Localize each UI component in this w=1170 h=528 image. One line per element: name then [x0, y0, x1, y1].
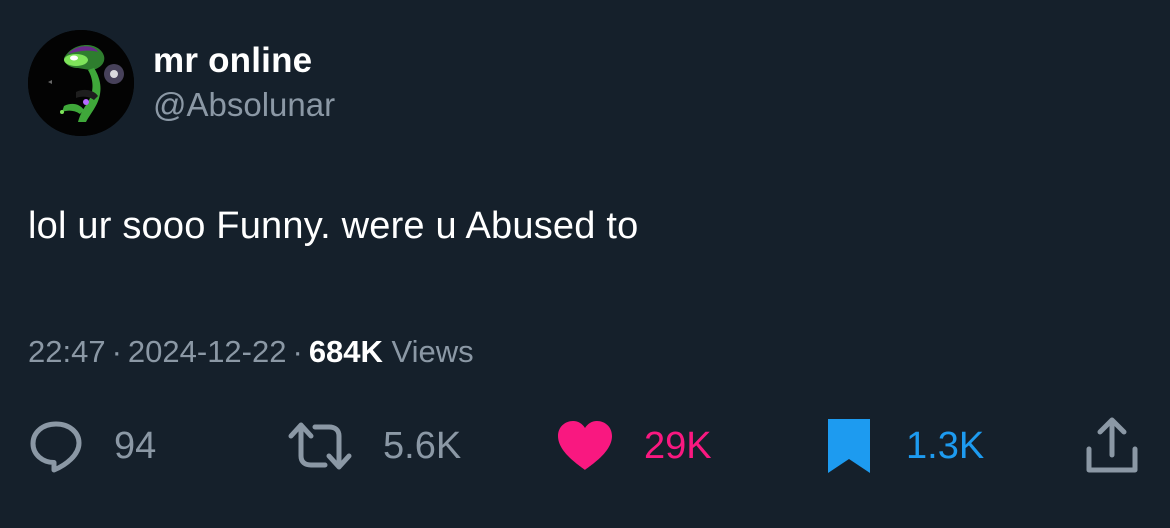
- bookmark-count: 1.3K: [906, 424, 985, 467]
- views-count: 684K: [308, 334, 383, 369]
- tweet-date[interactable]: 2024-12-22: [128, 334, 287, 369]
- reply-bubble-icon: [30, 421, 82, 473]
- tweet-time[interactable]: 22:47: [28, 334, 106, 369]
- author-display-name[interactable]: mr online: [153, 41, 312, 81]
- reply-button[interactable]: 94: [28, 414, 156, 478]
- action-bar: 94 5.6K 29K 1.3K: [0, 414, 1170, 478]
- avatar[interactable]: [28, 30, 134, 136]
- like-button[interactable]: 29K: [556, 414, 712, 478]
- avatar-gecko-image: [28, 30, 134, 136]
- retweet-button[interactable]: 5.6K: [287, 414, 461, 478]
- meta-separator: ·: [111, 334, 122, 369]
- retweet-icon: [288, 422, 352, 470]
- tweet-text: lol ur sooo Funny. were u Abused to: [28, 205, 639, 247]
- like-count: 29K: [644, 424, 712, 467]
- author-handle[interactable]: @Absolunar: [153, 86, 335, 124]
- reply-count: 94: [114, 424, 157, 467]
- views-label: Views: [391, 334, 474, 369]
- retweet-count: 5.6K: [383, 424, 462, 467]
- tweet-meta: 22:47 · 2024-12-22 · 684K Views: [28, 334, 474, 370]
- bookmark-button[interactable]: 1.3K: [826, 414, 984, 478]
- share-icon: [1086, 417, 1138, 473]
- meta-separator: ·: [292, 334, 303, 369]
- share-button[interactable]: [1084, 414, 1140, 478]
- bookmark-icon: [828, 419, 870, 473]
- tweet-card: mr online @Absolunar lol ur sooo Funny. …: [0, 0, 1170, 528]
- heart-icon: [558, 421, 612, 470]
